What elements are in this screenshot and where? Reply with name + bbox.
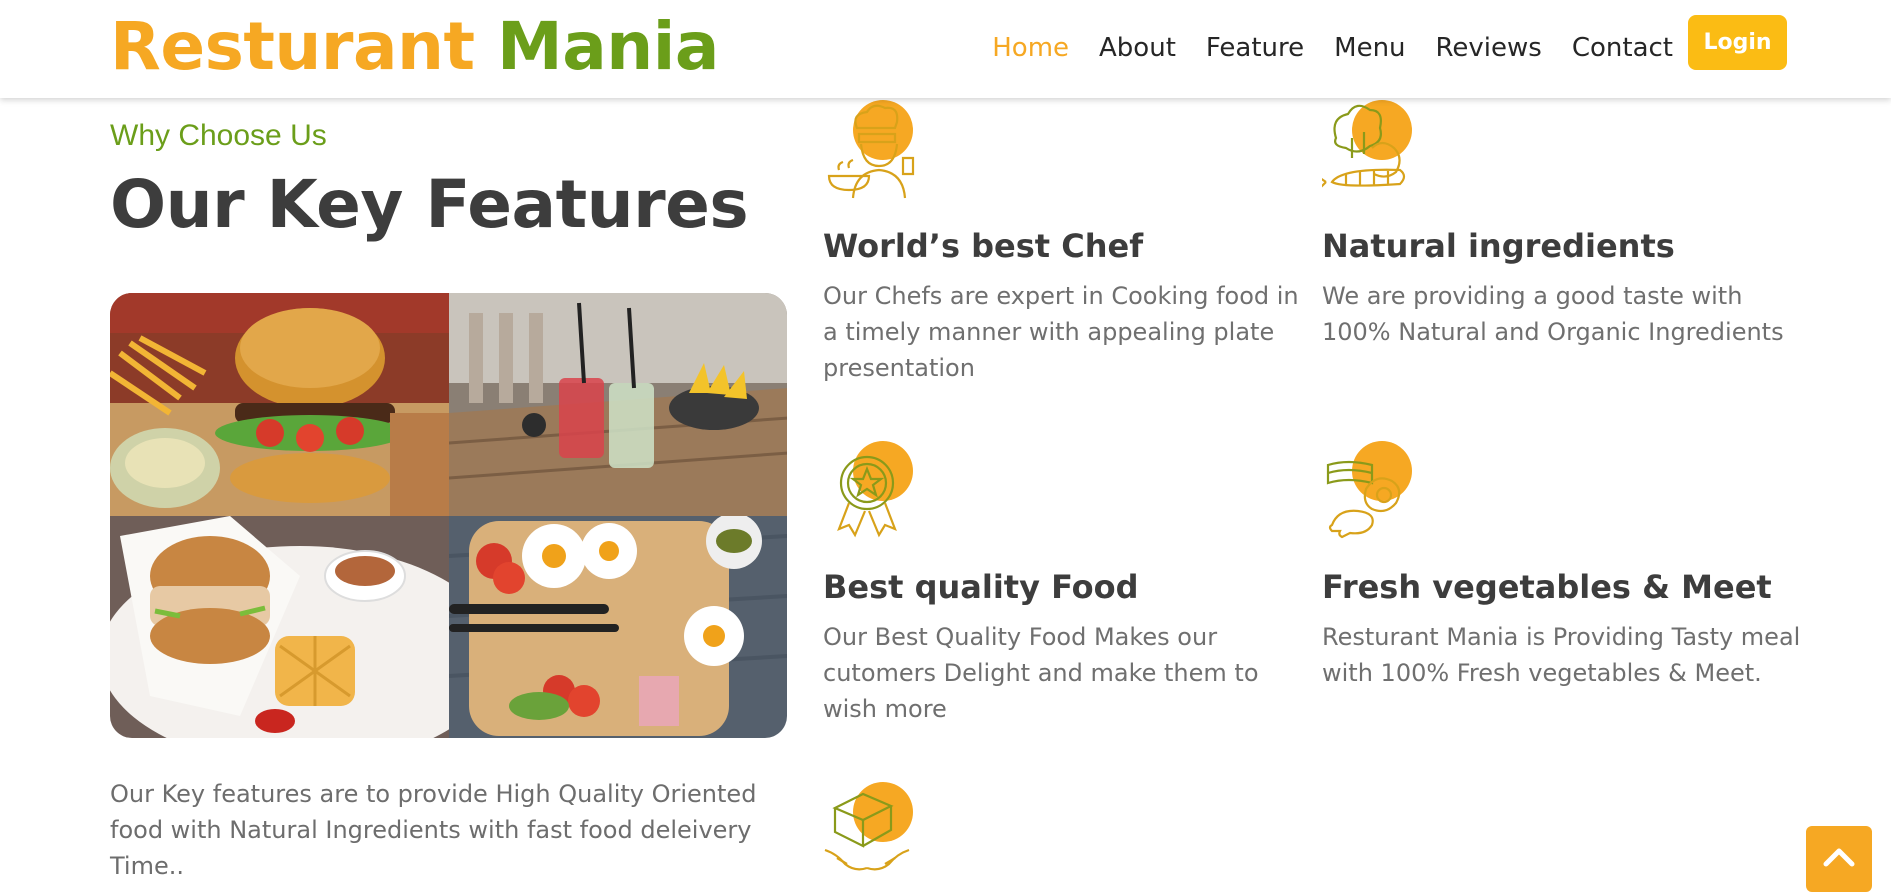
section-title: Our Key Features (110, 166, 749, 243)
food-collage (110, 293, 787, 738)
feature-text: Resturant Mania is Providing Tasty meal … (1322, 623, 1801, 687)
chef-icon (823, 98, 923, 208)
feature-title: World’s best Chef (823, 227, 1144, 265)
nav-reviews[interactable]: Reviews (1436, 33, 1542, 63)
brand-name-part1: Resturant (110, 8, 475, 85)
feature-title: Fresh vegetables & Meet (1322, 568, 1772, 606)
nav-menu[interactable]: Menu (1334, 33, 1405, 63)
main-nav: Home About Feature Menu Reviews Contact (992, 33, 1673, 63)
vegetables-icon (1319, 98, 1422, 208)
feature-text: We are providing a good taste with 100% … (1322, 282, 1784, 346)
award-badge-icon (823, 439, 923, 549)
chevron-up-icon (1822, 846, 1856, 872)
section-eyebrow: Why Choose Us (110, 119, 327, 152)
delivery-box-icon (823, 780, 923, 890)
drinks-photo (448, 293, 787, 516)
feature-text: Our Best Quality Food Makes our cutomers… (823, 623, 1259, 723)
burger-photo (110, 293, 449, 516)
login-button[interactable]: Login (1688, 15, 1787, 70)
sandwich-photo (110, 515, 449, 738)
scroll-to-top-button[interactable] (1806, 826, 1872, 892)
meat-icon (1322, 439, 1422, 549)
nav-contact[interactable]: Contact (1572, 33, 1673, 63)
feature-text: Our Chefs are expert in Cooking food in … (823, 282, 1299, 382)
brand-name-part2: Mania (497, 8, 719, 85)
brand-logo[interactable]: Resturant Mania (110, 8, 719, 85)
feature-title: Best quality Food (823, 568, 1139, 606)
breakfast-photo (448, 515, 787, 738)
nav-home[interactable]: Home (992, 33, 1069, 63)
nav-about[interactable]: About (1099, 33, 1176, 63)
feature-title: Natural ingredients (1322, 227, 1675, 265)
section-intro: Our Key features are to provide High Qua… (110, 780, 757, 880)
nav-feature[interactable]: Feature (1206, 33, 1304, 63)
site-header: Resturant Mania Home About Feature Menu … (0, 0, 1891, 98)
